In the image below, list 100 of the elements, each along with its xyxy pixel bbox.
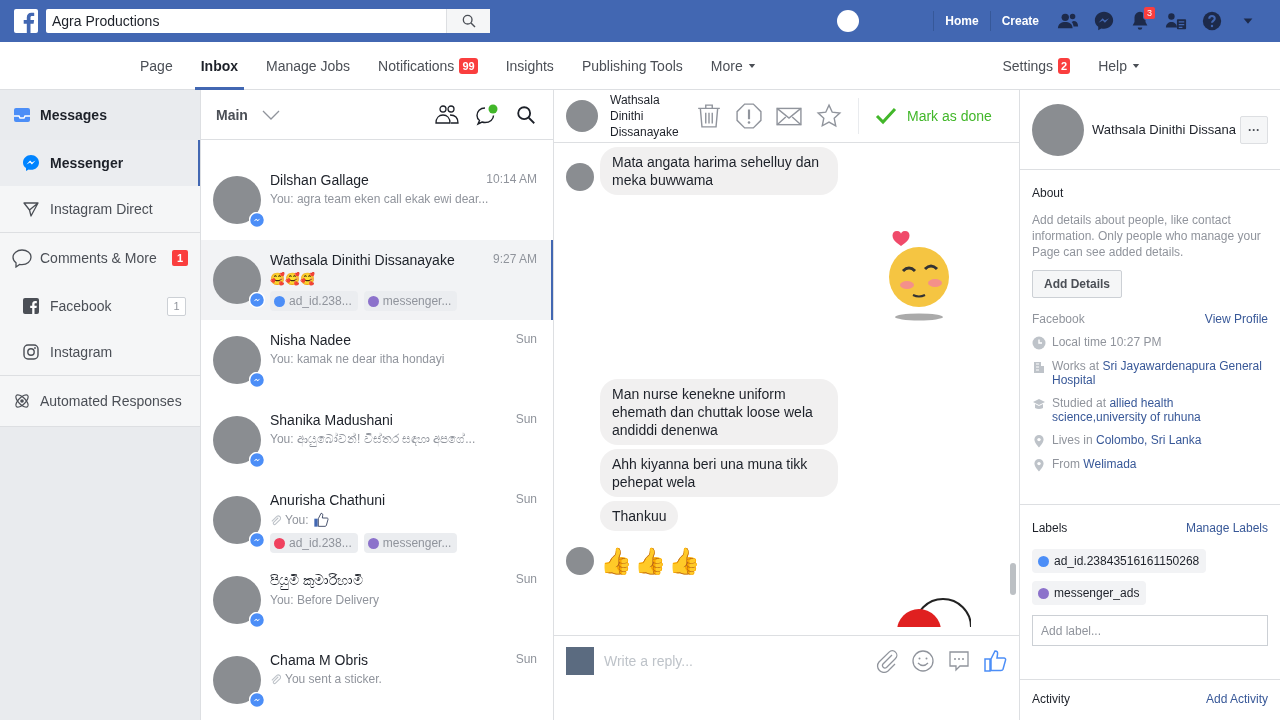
- contact-name: Wathsala Dinithi Dissanayake: [610, 92, 680, 140]
- conversation-item[interactable]: Chama M Obris Sun You sent a sticker.: [201, 640, 553, 720]
- message-time: Sun: [515, 412, 537, 428]
- nav-tab[interactable]: Page: [134, 42, 179, 90]
- check-icon: [875, 107, 897, 125]
- search-icon: [460, 13, 477, 29]
- detail-text: Lives in Colombo, Sri Lanka: [1052, 433, 1202, 448]
- nav-tab[interactable]: Settings 2: [996, 42, 1077, 90]
- conversation-item[interactable]: පියුමි කුමාරිහාමි Sun You: Before Delivery: [201, 560, 553, 640]
- people-icon[interactable]: [435, 103, 459, 126]
- message-time: Sun: [515, 652, 537, 668]
- contact-name: Wathsala Dinithi Dissanayake: [270, 252, 455, 268]
- instagram-icon: [22, 343, 40, 361]
- nav-tab[interactable]: Publishing Tools: [575, 42, 689, 90]
- top-link[interactable]: Create: [989, 11, 1050, 31]
- message-preview: You: kamak ne dear itha hondayi: [270, 352, 445, 366]
- messenger-badge-icon: [249, 612, 265, 628]
- label-tag: messenger...: [363, 291, 458, 311]
- avatar-photo: [1032, 103, 1084, 156]
- smiley-icon[interactable]: [911, 648, 935, 673]
- chat-dots-icon[interactable]: [947, 648, 971, 673]
- sidebar-item[interactable]: Facebook 1: [0, 283, 200, 329]
- message-bubble: Man nurse kenekne uniform ehemath dan chuttak loose wela andiddi denenwa: [600, 379, 838, 445]
- message-bubble: Thankuu: [600, 501, 679, 531]
- view-profile-link[interactable]: View Profile: [1204, 312, 1268, 326]
- facebook-icon: [22, 297, 40, 315]
- nav-tab[interactable]: Notifications 99: [372, 42, 484, 90]
- sidebar-item[interactable]: Instagram Direct: [0, 186, 200, 232]
- manage-labels-link[interactable]: Manage Labels: [1185, 521, 1268, 535]
- conversation-item[interactable]: Shanika Madushani Sun You: ආයුබෝවන්! විස්තර සඳහා අපගේ...: [201, 400, 553, 480]
- trash-icon[interactable]: [696, 103, 722, 129]
- conversation-item[interactable]: Anurisha Chathuni Sun You: ad_id.238... messenger...: [201, 480, 553, 560]
- message-preview: You: ආයුබෝවන්! විස්තර සඳහා අපගේ...: [270, 432, 476, 446]
- nav-tab[interactable]: Manage Jobs: [260, 42, 357, 90]
- nav-tab[interactable]: More: [704, 42, 762, 90]
- search-field[interactable]: Agra Productions: [46, 9, 446, 33]
- more-button[interactable]: ···: [1240, 115, 1268, 144]
- nav-tab[interactable]: Insights: [499, 42, 560, 90]
- top-link[interactable]: Home: [933, 11, 990, 31]
- nav-tab[interactable]: Help: [1092, 42, 1146, 90]
- facebook-logo[interactable]: [14, 9, 38, 33]
- label-tag: messenger_ads: [1032, 581, 1147, 605]
- label-input[interactable]: Add label...: [1032, 615, 1268, 646]
- section-title: Activity: [1032, 692, 1070, 706]
- messenger-badge-icon: [249, 692, 265, 708]
- speech-bubble-icon: [12, 248, 32, 268]
- location-pin-icon: [1032, 458, 1046, 472]
- sidebar-section[interactable]: Automated Responses: [0, 376, 200, 426]
- contact-name: Anurisha Chathuni: [270, 492, 386, 508]
- scrollbar-thumb[interactable]: [1010, 563, 1016, 595]
- message-time: 9:27 AM: [492, 252, 537, 268]
- conversation-item[interactable]: Dilshan Gallage 10:14 AM You: agra team eken call ekak ewi dear...: [201, 160, 553, 240]
- source-label: Facebook: [1032, 312, 1085, 326]
- chat-icon[interactable]: [475, 103, 499, 126]
- count-badge: 2: [1058, 58, 1071, 74]
- message-time: Sun: [515, 572, 537, 588]
- location-pin-icon: [1032, 434, 1046, 448]
- people-list-icon[interactable]: [1165, 10, 1187, 32]
- label-tag: messenger...: [363, 533, 458, 553]
- thumbs-up-icon[interactable]: [983, 648, 1007, 673]
- contact-name: Nisha Nadee: [270, 332, 351, 348]
- building-icon: [1032, 360, 1046, 374]
- message-preview: You: Before Delivery: [270, 593, 379, 607]
- sidebar-section[interactable]: Comments & More 1: [0, 233, 200, 283]
- help-icon[interactable]: [1201, 10, 1223, 32]
- search-icon[interactable]: [515, 103, 537, 126]
- profile-avatar[interactable]: [837, 10, 860, 32]
- alert-icon[interactable]: [736, 103, 762, 129]
- contact-name: Chama M Obris: [270, 652, 369, 668]
- paperclip-icon[interactable]: [875, 648, 899, 673]
- conversation-item[interactable]: Wathsala Dinithi Dissanayake 9:27 AM 🥰🥰🥰 ad_id.238... messenger...: [201, 240, 553, 320]
- add-details-button[interactable]: Add Details: [1032, 270, 1122, 298]
- label-tag: ad_id.23843516161150268: [1032, 549, 1207, 573]
- count-badge: 1: [167, 296, 186, 316]
- detail-text: Works at Sri Jayawardenapura General Hospital: [1052, 359, 1263, 387]
- contact-name: Dilshan Gallage: [270, 172, 369, 188]
- conversation-item[interactable]: Nisha Nadee Sun You: kamak ne dear itha hondayi: [201, 320, 553, 400]
- clock-icon: [1032, 336, 1046, 350]
- paper-plane-icon: [22, 200, 40, 218]
- section-title: Labels: [1032, 521, 1068, 535]
- detail-text: From Welimada: [1052, 457, 1137, 472]
- detail-text: Studied at allied health science,university of ruhuna: [1052, 396, 1202, 424]
- school-icon: [1032, 397, 1046, 411]
- contact-name: Shanika Madushani: [270, 412, 393, 428]
- count-badge: 1: [171, 250, 188, 266]
- star-icon[interactable]: [816, 103, 842, 129]
- filter-dropdown[interactable]: Main: [216, 106, 280, 123]
- sidebar-item[interactable]: Instagram: [0, 329, 200, 375]
- message-time: Sun: [515, 332, 537, 348]
- detail-text: Local time 10:27 PM: [1052, 335, 1162, 350]
- messenger-badge-icon: [249, 452, 265, 468]
- label-tag: ad_id.238...: [270, 291, 358, 311]
- section-title: About: [1032, 186, 1065, 200]
- add-activity-link[interactable]: Add Activity: [1205, 692, 1268, 706]
- messenger-badge-icon: [249, 532, 265, 548]
- notification-badge: 3: [1143, 6, 1156, 20]
- message-time: 10:14 AM: [486, 172, 537, 188]
- messenger-icon[interactable]: [1093, 10, 1115, 32]
- search-button[interactable]: [446, 9, 490, 33]
- messenger-badge-icon: [249, 212, 265, 228]
